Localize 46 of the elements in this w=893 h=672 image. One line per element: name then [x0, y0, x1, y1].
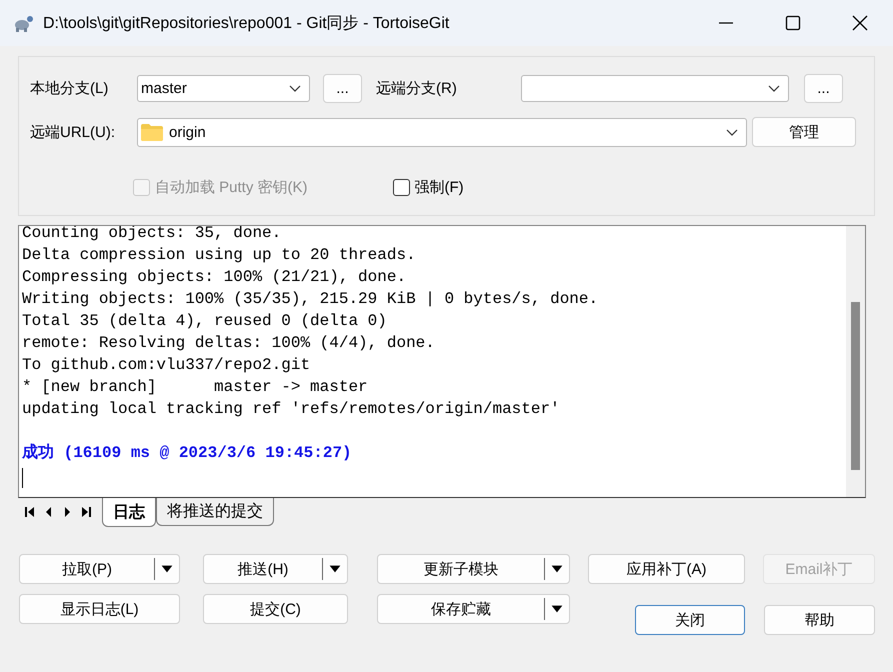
action-button[interactable]: 关闭 [635, 605, 745, 635]
split-button[interactable]: 拉取(P) [19, 554, 180, 584]
first-page-icon[interactable] [24, 506, 35, 518]
log-line: updating local tracking ref 'refs/remotes/origin/master' [22, 399, 561, 420]
caret-icon[interactable] [550, 603, 564, 615]
remote-url-label: 远端URL(U): [30, 122, 116, 142]
log-line: Delta compression using up to 20 threads. [22, 245, 417, 266]
result-message: 成功 (16109 ms @ 2023/3/6 19:45:27) [22, 442, 353, 464]
tab[interactable]: 将推送的提交 [156, 498, 274, 526]
action-button[interactable]: 帮助 [764, 605, 875, 635]
chevron-down-icon [726, 128, 738, 136]
split-button[interactable]: 推送(H) [203, 554, 348, 584]
browse-button[interactable]: ... [323, 74, 362, 103]
maximize-icon[interactable] [784, 15, 800, 31]
manage-button[interactable]: 管理 [752, 117, 856, 147]
action-button[interactable]: 提交(C) [203, 594, 348, 624]
tab[interactable]: 日志 [102, 498, 156, 527]
folder-icon [141, 123, 163, 141]
remote-url-dropdown[interactable]: origin [137, 118, 747, 146]
local-branch-dropdown[interactable]: master [137, 75, 310, 102]
chevron-down-icon [289, 85, 301, 92]
log-line: remote: Resolving deltas: 100% (4/4), done. [22, 333, 436, 354]
action-button[interactable]: 显示日志(L) [19, 594, 180, 624]
log-line: * [new branch] master -> master [22, 377, 369, 398]
log-line: Total 35 (delta 4), reused 0 (delta 0) [22, 311, 388, 332]
next-icon[interactable] [62, 506, 73, 518]
browse-button[interactable]: ... [804, 74, 843, 103]
scrollbar[interactable] [846, 226, 865, 497]
action-button[interactable]: 应用补丁(A) [588, 554, 745, 584]
split-button[interactable]: 保存贮藏 [377, 594, 570, 624]
window-title: D:\tools\git\gitRepositories\repo001 - Git同步 - TortoiseGit [43, 14, 450, 34]
caret-icon[interactable] [328, 563, 342, 575]
local-branch-label: 本地分支(L) [30, 79, 110, 98]
log-line: To github.com:vlu337/repo2.git [22, 355, 312, 376]
close-icon[interactable] [852, 15, 868, 31]
log-line: Compressing objects: 100% (21/21), done. [22, 267, 408, 288]
text-cursor [22, 468, 23, 488]
turtle-icon [12, 13, 34, 33]
caret-icon[interactable] [160, 563, 174, 575]
caret-icon[interactable] [550, 563, 564, 575]
chevron-down-icon [768, 85, 780, 92]
split-button[interactable]: 更新子模块 [377, 554, 570, 584]
log-line: Writing objects: 100% (35/35), 215.29 KiB | 0 bytes/s, done. [22, 289, 600, 310]
checkbox[interactable]: 强制(F) [392, 178, 464, 197]
last-page-icon[interactable] [81, 506, 92, 518]
remote-branch-label: 远端分支(R) [376, 79, 458, 98]
